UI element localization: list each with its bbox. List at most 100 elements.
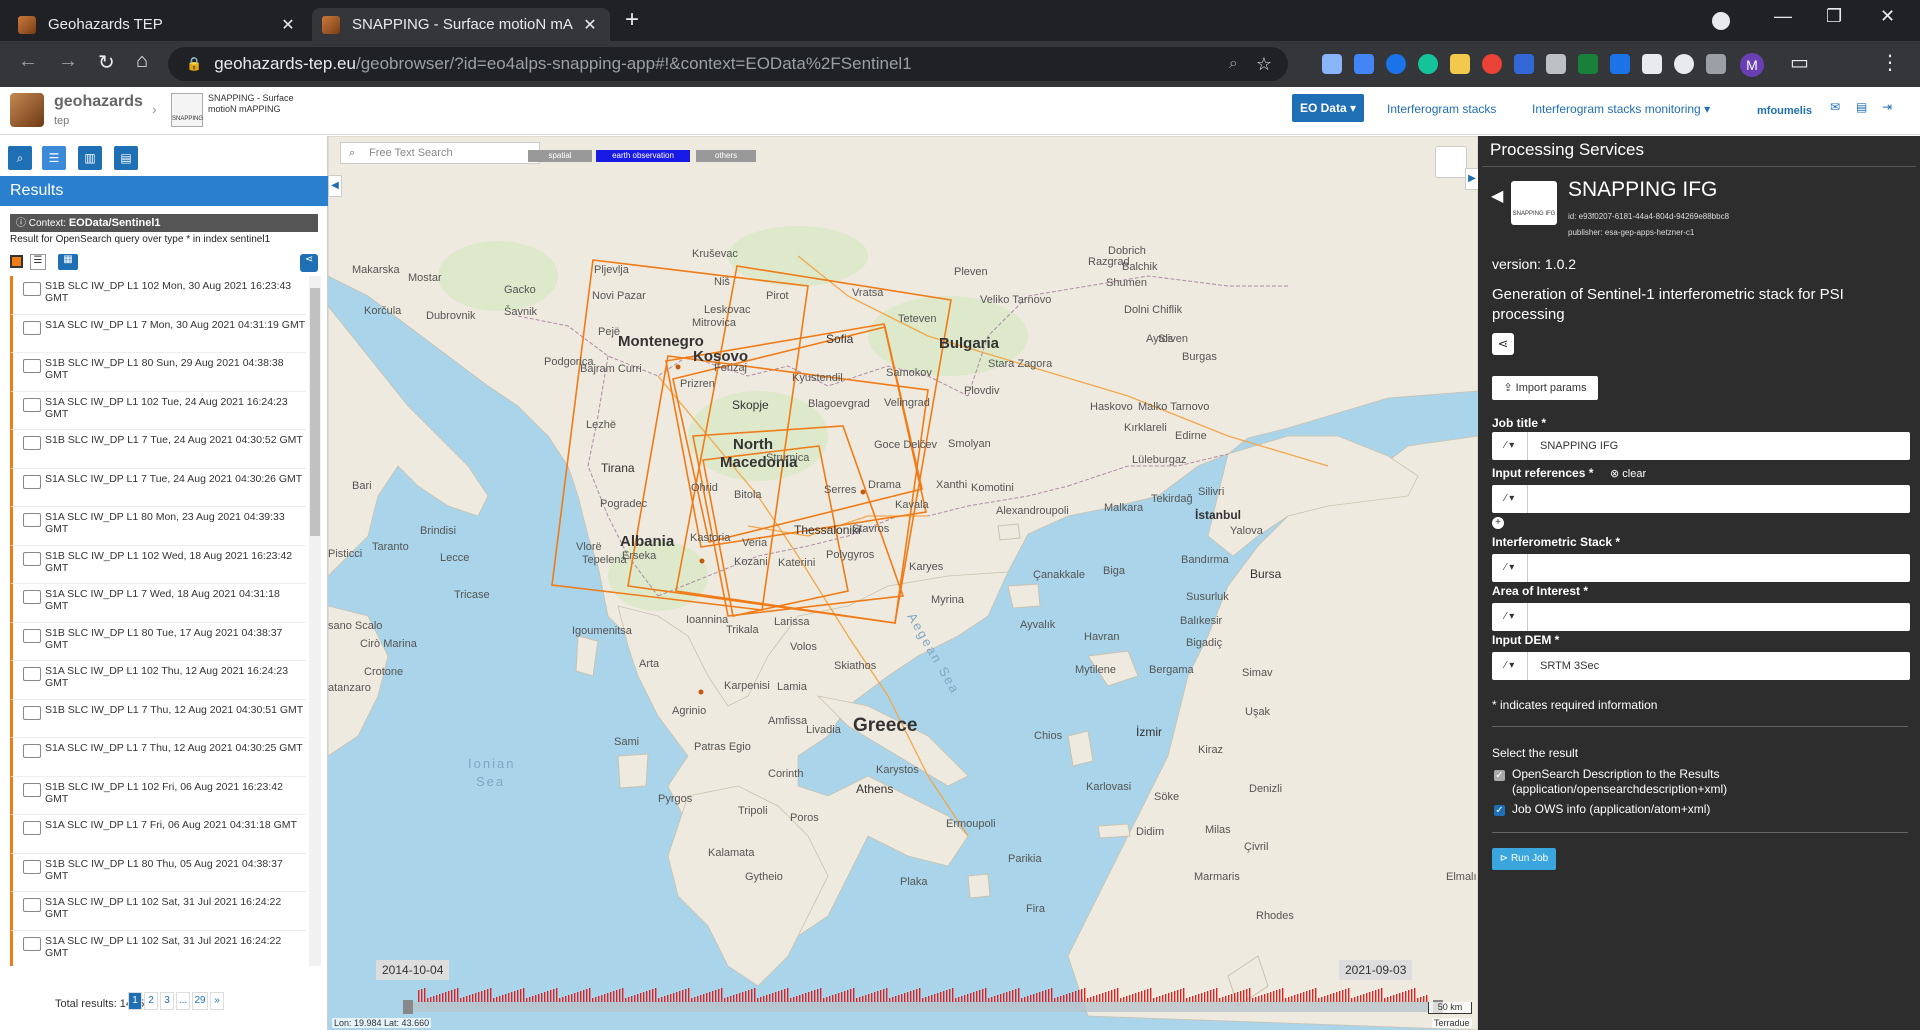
back-arrow-icon[interactable]: ◀ [1491, 186, 1503, 206]
page-link[interactable]: 3 [160, 992, 174, 1010]
ows-info-checkbox[interactable]: ✓ [1494, 805, 1505, 816]
result-item[interactable]: S1A SLC IW_DP L1 102 Thu, 12 Aug 2021 16… [10, 661, 306, 700]
select-all-checkbox[interactable] [10, 255, 23, 268]
result-item[interactable]: S1B SLC IW_DP L1 80 Sun, 29 Aug 2021 04:… [10, 353, 306, 392]
search-icon[interactable]: ⌕ [8, 146, 32, 170]
scrollbar-thumb[interactable] [310, 288, 320, 536]
map-view[interactable]: ⌕ Free Text Search spatial earth observat… [328, 136, 1478, 1030]
wand-dropdown-icon[interactable]: ⁄ ▾ [1492, 432, 1528, 460]
result-item[interactable]: S1B SLC IW_DP L1 7 Thu, 12 Aug 2021 04:3… [10, 699, 306, 738]
result-item[interactable]: S1B SLC IW_DP L1 7 Tue, 24 Aug 2021 04:3… [10, 430, 306, 469]
zoom-icon[interactable]: ⌕ [1229, 55, 1238, 73]
result-item[interactable]: S1A SLC IW_DP L1 102 Sat, 31 Jul 2021 16… [10, 930, 306, 966]
import-params-button[interactable]: ⇪ Import params [1492, 376, 1598, 400]
download-icon[interactable] [1450, 54, 1470, 74]
browser-tab-geohazards[interactable]: Geohazards TEP ✕ [8, 8, 308, 41]
extension-icon[interactable] [1578, 54, 1598, 74]
interferogram-stacks-link[interactable]: Interferogram stacks [1387, 102, 1496, 116]
input-dem-input[interactable]: ⁄ ▾ SRTM 3Sec [1492, 652, 1910, 680]
extension-icon[interactable] [1386, 54, 1406, 74]
home-icon[interactable]: ⌂ [136, 50, 148, 73]
free-text-search-input[interactable]: ⌕ Free Text Search [340, 142, 540, 164]
result-item[interactable]: S1A SLC IW_DP L1 7 Fri, 06 Aug 2021 04:3… [10, 815, 306, 854]
run-job-button[interactable]: ⊳ Run Job [1492, 848, 1556, 870]
user-link[interactable]: mfoumelis [1757, 105, 1812, 117]
folder-icon[interactable]: ▤ [114, 146, 138, 170]
result-item[interactable]: S1A SLC IW_DP L1 7 Mon, 30 Aug 2021 04:3… [10, 314, 306, 353]
browser-tab-snapping[interactable]: SNAPPING - Surface motioN mA ✕ [312, 8, 610, 41]
page-link[interactable]: 2 [144, 992, 158, 1010]
wand-dropdown-icon[interactable]: ⁄ ▾ [1492, 485, 1528, 513]
area-of-interest-input[interactable]: ⁄ ▾ [1492, 603, 1910, 631]
page-link[interactable]: ... [176, 992, 190, 1010]
job-title-input[interactable]: ⁄ ▾ SNAPPING IFG [1492, 432, 1910, 460]
extension-icon[interactable] [1514, 54, 1534, 74]
clear-references-link[interactable]: ⊗ clear [1610, 467, 1646, 480]
page-link[interactable]: 1 [128, 992, 142, 1010]
geohazards-logo-icon[interactable] [10, 93, 44, 127]
close-tab-icon[interactable]: ✕ [278, 15, 298, 35]
close-tab-icon[interactable]: ✕ [580, 15, 600, 35]
interferometric-stack-input[interactable]: ⁄ ▾ [1492, 554, 1910, 582]
block-icon[interactable] [1482, 54, 1502, 74]
filter-tab-others[interactable]: others [696, 150, 756, 162]
result-title: S1A SLC IW_DP L1 7 Wed, 18 Aug 2021 04:3… [45, 588, 280, 612]
result-item[interactable]: S1A SLC IW_DP L1 7 Wed, 18 Aug 2021 04:3… [10, 584, 306, 623]
input-references-input[interactable]: ⁄ ▾ [1492, 485, 1910, 513]
wand-dropdown-icon[interactable]: ⁄ ▾ [1492, 652, 1528, 680]
add-reference-icon[interactable]: + [1492, 517, 1504, 529]
new-tab-icon[interactable]: + [625, 6, 639, 34]
layers-icon[interactable] [1435, 146, 1467, 178]
basket-icon[interactable]: ▥ [78, 146, 102, 170]
list-icon[interactable]: ☰ [30, 254, 46, 270]
wand-dropdown-icon[interactable]: ⁄ ▾ [1492, 554, 1528, 582]
translate-icon[interactable] [1354, 54, 1374, 74]
close-window-icon[interactable]: ✕ [1880, 6, 1895, 27]
result-item[interactable]: S1B SLC IW_DP L1 80 Thu, 05 Aug 2021 04:… [10, 853, 306, 892]
wand-dropdown-icon[interactable]: ⁄ ▾ [1492, 603, 1528, 631]
logout-icon[interactable]: ⇥ [1882, 100, 1892, 114]
sidebar-icon[interactable]: ▭ [1790, 50, 1809, 75]
extension-icon[interactable] [1322, 54, 1342, 74]
extension-icon[interactable] [1674, 54, 1694, 74]
menu-icon[interactable]: ⋮ [1880, 50, 1900, 75]
table-icon[interactable]: ▦ [58, 254, 78, 270]
opensearch-result-checkbox[interactable]: ✓ [1494, 770, 1505, 781]
filter-tab-earth-observation[interactable]: earth observation [596, 150, 690, 162]
result-item[interactable]: S1B SLC IW_DP L1 102 Wed, 18 Aug 2021 16… [10, 545, 306, 584]
extension-icon[interactable] [1610, 54, 1630, 74]
collapse-right-panel-icon[interactable]: ▶ [1465, 168, 1479, 190]
back-icon[interactable]: ← [18, 50, 38, 73]
page-link[interactable]: 29 [192, 992, 208, 1010]
list-view-icon[interactable]: ☰ [42, 146, 66, 170]
result-item[interactable]: S1A SLC IW_DP L1 80 Mon, 23 Aug 2021 04:… [10, 507, 306, 546]
minimize-icon[interactable]: — [1774, 6, 1792, 27]
extension-icon[interactable] [1546, 54, 1566, 74]
puzzle-icon[interactable] [1706, 54, 1726, 74]
result-item[interactable]: S1A SLC IW_DP L1 102 Tue, 24 Aug 2021 16… [10, 391, 306, 430]
eo-data-menu-button[interactable]: EO Data ▾ [1292, 94, 1364, 122]
result-item[interactable]: S1A SLC IW_DP L1 7 Tue, 24 Aug 2021 04:3… [10, 468, 306, 507]
result-item[interactable]: S1B SLC IW_DP L1 80 Tue, 17 Aug 2021 04:… [10, 622, 306, 661]
forward-icon[interactable]: → [58, 50, 78, 73]
reload-icon[interactable]: ↻ [98, 50, 115, 75]
collapse-left-panel-icon[interactable]: ◀ [328, 175, 342, 197]
bookmark-star-icon[interactable]: ☆ [1256, 54, 1272, 75]
book-icon[interactable]: ▤ [1856, 100, 1867, 114]
share-icon[interactable]: ⋖ [300, 254, 318, 272]
result-item[interactable]: S1A SLC IW_DP L1 102 Sat, 31 Jul 2021 16… [10, 892, 306, 931]
page-link[interactable]: » [210, 992, 224, 1010]
interferogram-monitoring-menu[interactable]: Interferogram stacks monitoring ▾ [1532, 102, 1710, 116]
grammarly-icon[interactable] [1418, 54, 1438, 74]
address-bar[interactable]: 🔒 geohazards-tep.eu/geobrowser/?id=eo4al… [168, 47, 1288, 81]
mail-icon[interactable]: ✉ [1830, 100, 1840, 114]
profile-avatar[interactable]: M [1740, 53, 1764, 77]
result-item[interactable]: S1B SLC IW_DP L1 102 Fri, 06 Aug 2021 16… [10, 776, 306, 815]
tab-search-icon[interactable] [1712, 12, 1730, 30]
extension-icon[interactable] [1642, 54, 1662, 74]
share-icon[interactable]: ⋖ [1492, 333, 1514, 355]
result-item[interactable]: S1A SLC IW_DP L1 7 Thu, 12 Aug 2021 04:3… [10, 738, 306, 777]
result-item[interactable]: S1B SLC IW_DP L1 102 Mon, 30 Aug 2021 16… [10, 276, 306, 315]
restore-icon[interactable]: ❐ [1826, 6, 1842, 27]
filter-tab-spatial[interactable]: spatial [528, 150, 592, 162]
